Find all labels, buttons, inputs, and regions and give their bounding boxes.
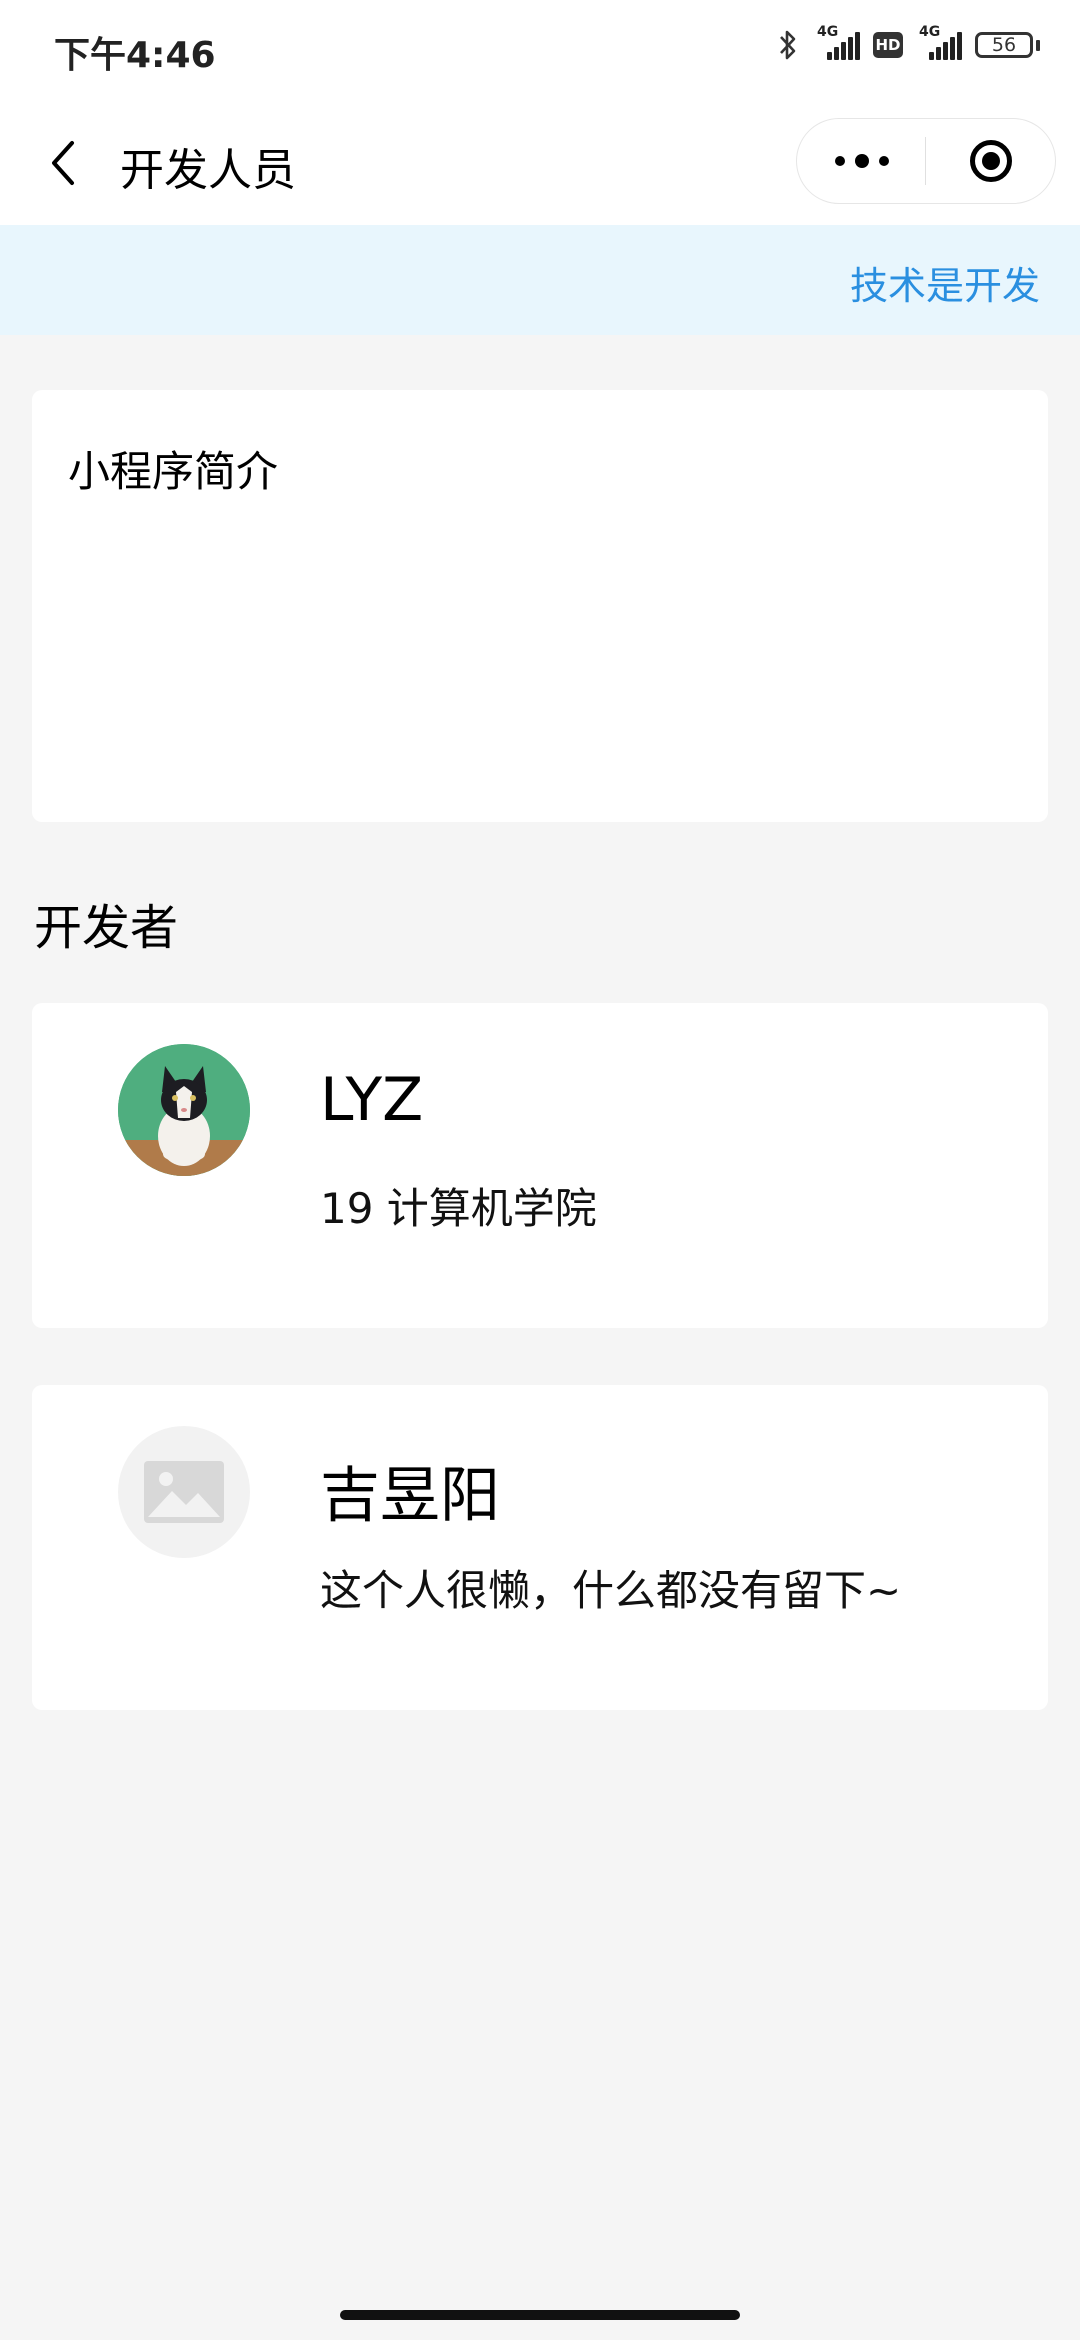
status-time: 下午4:46	[54, 35, 216, 76]
battery-icon: 56	[975, 32, 1040, 58]
signal-icon-sim2: 4G	[917, 24, 962, 62]
page-title: 开发人员	[120, 145, 296, 196]
capsule-divider	[925, 137, 926, 185]
developer-card[interactable]: LYZ 19 计算机学院	[32, 1003, 1048, 1328]
developers-section-title: 开发者	[34, 900, 179, 956]
network-type-label: 4G	[919, 24, 941, 40]
battery-level: 56	[975, 32, 1033, 58]
avatar	[118, 1044, 250, 1176]
notice-banner: 技术是开发	[0, 225, 1080, 335]
status-bar: 下午4:46 4G HD 4G 56	[0, 0, 1080, 100]
intro-title: 小程序简介	[68, 447, 279, 496]
home-indicator[interactable]	[340, 2310, 740, 2320]
network-type-label: 4G	[817, 24, 839, 40]
bluetooth-icon	[775, 28, 801, 62]
more-button[interactable]	[797, 119, 926, 203]
screen: 下午4:46 4G HD 4G 56 开发人员 技术是开发 小程序简介 开发者 …	[0, 0, 1080, 2340]
cat-photo-avatar	[118, 1044, 250, 1176]
developer-description: 19 计算机学院	[320, 1184, 597, 1233]
developer-name: LYZ	[320, 1065, 424, 1135]
back-button[interactable]	[28, 128, 98, 198]
close-miniprogram-button[interactable]	[927, 119, 1055, 203]
image-placeholder-icon	[144, 1461, 224, 1523]
chevron-left-icon	[52, 141, 74, 185]
developer-description: 这个人很懒，什么都没有留下~	[320, 1566, 902, 1615]
notice-text: 技术是开发	[849, 264, 1040, 308]
avatar	[118, 1426, 250, 1558]
signal-icon-sim1: 4G	[815, 24, 860, 62]
hd-voice-icon: HD	[873, 32, 903, 58]
developer-card[interactable]: 吉昱阳 这个人很懒，什么都没有留下~	[32, 1385, 1048, 1710]
status-icons: 4G HD 4G 56	[775, 24, 1040, 62]
nav-bar: 开发人员	[0, 100, 1080, 225]
more-dots-icon	[834, 156, 845, 166]
miniprogram-capsule	[796, 118, 1056, 204]
developer-name: 吉昱阳	[320, 1461, 500, 1531]
intro-card: 小程序简介	[32, 390, 1048, 822]
target-close-icon	[970, 140, 1012, 182]
